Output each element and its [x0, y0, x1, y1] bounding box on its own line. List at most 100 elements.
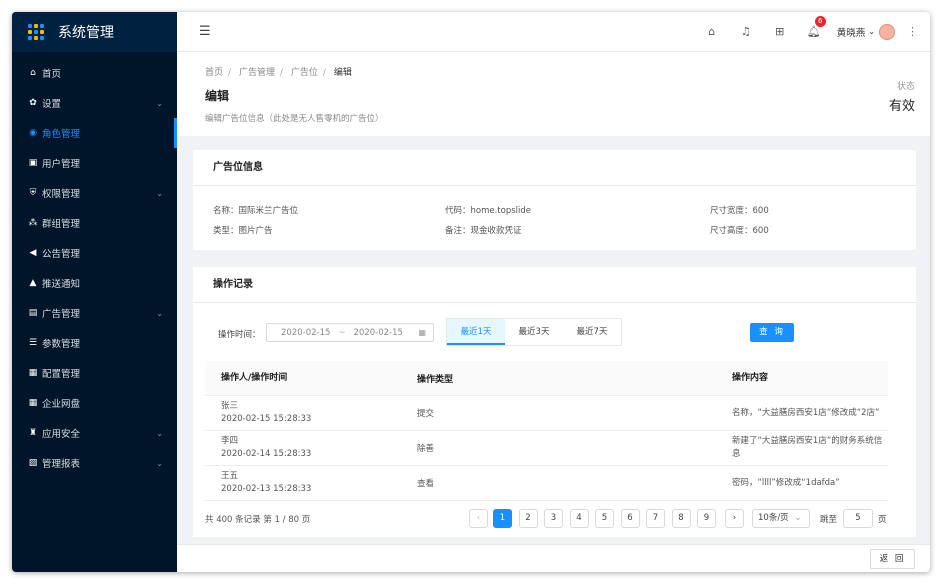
page-button[interactable]: 9 [697, 509, 716, 528]
breadcrumb-current: 编辑 [333, 68, 352, 78]
page-size-value: 10条/页 [758, 513, 789, 523]
gear-icon: ✿ [29, 98, 37, 108]
chevron-down-icon: ⌄ [868, 27, 875, 36]
sidebar-item-label: 用户管理 [42, 159, 81, 170]
menu-toggle-icon[interactable]: ☰ [199, 24, 211, 39]
sidebar-item-label: 权限管理 [42, 189, 81, 200]
home-icon[interactable]: ⌂ [695, 25, 729, 38]
prev-page-button[interactable]: ‹ [469, 509, 488, 528]
operator-name: 张三 [221, 401, 239, 411]
page-button[interactable]: 6 [620, 509, 640, 528]
sidebar-item[interactable]: ✿ 设置 ⌄ [12, 88, 177, 118]
chevron-down-icon: ⌄ [156, 188, 163, 198]
bell-icon[interactable]: 🔔︎ 6 [797, 16, 831, 38]
back-button[interactable]: 返 回 [870, 549, 915, 569]
sidebar-item[interactable]: ⁂ 群组管理 [12, 208, 177, 238]
sidebar-item[interactable]: ▦ 配置管理 [12, 358, 177, 388]
sidebar-item-label: 公告管理 [42, 249, 81, 260]
jump-page-input[interactable]: 5 [843, 509, 873, 528]
page-header: 首页 / 广告管理 / 广告位 / 编辑 编辑 编辑广告位信息（此处是无人售零机的广告… [177, 52, 930, 136]
tab-last-3-days[interactable]: 最近3天 [505, 319, 563, 345]
megaphone-icon: ◀ [29, 248, 37, 258]
date-start: 2020-02-15 [281, 327, 331, 338]
more-vertical-icon[interactable]: ⋮ [907, 25, 918, 38]
filter-label: 操作时间： [218, 330, 261, 340]
operation-type: 提交 [417, 409, 435, 419]
table-row: 张三 2020-02-15 15:28:33 提交 名称，“大益膳房西安1店”修改成“… [205, 396, 888, 431]
card-title: 操作记录 [193, 267, 916, 303]
page-button[interactable]: 5 [595, 509, 614, 528]
avatar[interactable] [879, 23, 895, 40]
chevron-down-icon: ⌄ [156, 458, 163, 468]
operation-type: 查看 [417, 479, 435, 489]
operation-time: 2020-02-14 15:28:33 [221, 449, 312, 459]
column-header: 操作类型 [417, 374, 454, 385]
sidebar-item-label: 应用安全 [42, 429, 81, 440]
breadcrumb-item[interactable]: 广告管理 [239, 68, 275, 78]
breadcrumb-item[interactable]: 广告位 [291, 68, 318, 78]
info-height: 尺寸高度：600 [710, 226, 769, 236]
status-label: 状态 [896, 82, 915, 92]
jump-label: 跳至 [820, 515, 838, 525]
sidebar-item[interactable]: ▦ 企业网盘 [12, 388, 177, 418]
sidebar-item-label: 角色管理 [42, 129, 81, 140]
tab-last-1-day[interactable]: 最近1天 [447, 319, 505, 345]
page-button[interactable]: 8 [671, 509, 691, 528]
group-icon: ⁂ [28, 218, 38, 228]
jump-unit: 页 [878, 515, 887, 525]
sidebar-item[interactable]: ▲ 推送通知 [12, 268, 177, 298]
sidebar-item[interactable]: ▣ 用户管理 [12, 148, 177, 178]
report-icon: ▨ [28, 458, 38, 468]
sidebar-item-label: 配置管理 [42, 369, 81, 380]
headset-icon[interactable]: ♫ [729, 25, 763, 38]
id-card-icon: ▣ [28, 158, 38, 168]
flask-icon: ♜ [28, 428, 38, 438]
tab-last-7-days[interactable]: 最近7天 [563, 319, 621, 345]
sidebar-menu: ⌂ 首页 ✿ 设置 ⌄ ◉ 角色管理 ▣ 用户管理 ⛨ 权限管理 ⌄ ⁂ 群组管理 ◀ 公告管理 ▲ 推送通知 ▤ 广… [12, 52, 177, 478]
brand: 系统管理 [12, 12, 177, 52]
user-name: 黄晓燕 [836, 27, 866, 39]
grid-icon[interactable]: ⊞ [763, 25, 797, 38]
table-row: 李四 2020-02-14 15:28:33 除善 新建了“大益膳房西安1店”的财务系… [205, 431, 888, 466]
home-icon: ⌂ [30, 68, 36, 78]
status-value: 有效 [888, 99, 915, 114]
grid-icon: ▦ [28, 398, 38, 408]
sidebar-item[interactable]: ▤ 广告管理 ⌄ [12, 298, 177, 328]
sidebar-item[interactable]: ◀ 公告管理 [12, 238, 177, 268]
page-button[interactable]: 3 [544, 509, 563, 528]
query-button[interactable]: 查 询 [750, 323, 794, 342]
operation-time: 2020-02-15 15:28:33 [221, 414, 312, 424]
sidebar-item[interactable]: ☰ 参数管理 [12, 328, 177, 358]
sidebar-item[interactable]: ◉ 角色管理 [12, 118, 177, 148]
card-title: 广告位信息 [193, 150, 916, 186]
sidebar-item[interactable]: ♜ 应用安全 ⌄ [12, 418, 177, 448]
breadcrumb-item[interactable]: 首页 [205, 68, 223, 78]
chevron-down-icon: ⌄ [156, 98, 163, 108]
user-menu[interactable]: 黄晓燕 ⌄ [836, 23, 895, 40]
page-button[interactable]: 4 [569, 509, 589, 528]
pagination: 共 400 条记录 第 1 / 80 页 ‹ 123456789 › 10条/页… [205, 507, 888, 531]
table-row: 王五 2020-02-13 15:28:33 查看 密码，“llll”修改成“1daf… [205, 466, 888, 501]
chevron-down-icon: ⌄ [156, 308, 163, 318]
sidebar-item-label: 广告管理 [42, 309, 81, 320]
breadcrumb: 首页 / 广告管理 / 广告位 / 编辑 [205, 68, 352, 78]
sidebar-item[interactable]: ▨ 管理报表 ⌄ [12, 448, 177, 478]
calendar-icon: ▦ [418, 328, 426, 337]
sidebar-item[interactable]: ⛨ 权限管理 ⌄ [12, 178, 177, 208]
apps-grid-icon [28, 24, 44, 40]
date-range-picker[interactable]: 2020-02-15 ~ 2020-02-15 ▦ [266, 323, 434, 342]
page-button[interactable]: 7 [646, 509, 665, 528]
chevron-down-icon: ⌄ [794, 513, 802, 523]
page-button[interactable]: 2 [518, 509, 538, 528]
info-width: 尺寸宽度：600 [710, 206, 769, 216]
shield-icon: ⛨ [29, 188, 37, 198]
page-size-select[interactable]: 10条/页 ⌄ [752, 509, 810, 528]
operation-content: 密码，“llll”修改成“1dafda” [732, 477, 840, 488]
image-icon: ▤ [28, 308, 38, 318]
next-page-button[interactable]: › [725, 509, 744, 528]
operation-content: 新建了“大益膳房西安1店”的财务系统信息 [732, 436, 883, 459]
page-button[interactable]: 1 [493, 509, 512, 528]
sidebar-item-label: 推送通知 [42, 279, 81, 290]
sidebar-item[interactable]: ⌂ 首页 [12, 58, 177, 88]
footer-bar: 返 回 [177, 544, 930, 572]
